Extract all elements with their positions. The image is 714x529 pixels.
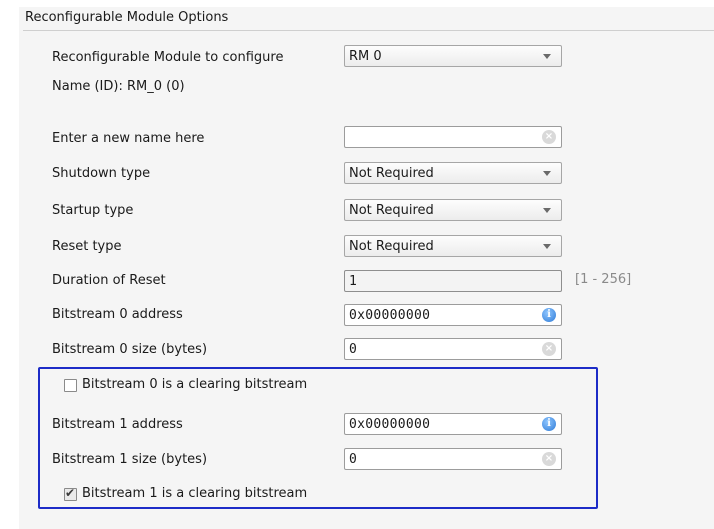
chevron-down-icon	[543, 208, 551, 213]
startup-type-label: Startup type	[52, 203, 134, 218]
reset-type-dropdown[interactable]: Not Required	[344, 235, 562, 257]
reset-type-label: Reset type	[52, 239, 122, 254]
bs1-size-label: Bitstream 1 size (bytes)	[52, 452, 208, 467]
bs0-address-label: Bitstream 0 address	[52, 307, 183, 322]
bs0-clearing-checkbox[interactable]	[64, 379, 77, 392]
checkmark-icon: ✔	[65, 486, 76, 500]
startup-type-dropdown[interactable]: Not Required	[344, 199, 562, 221]
bs0-address-value: 0x00000000	[349, 308, 431, 323]
info-icon[interactable]: i	[542, 417, 556, 431]
rm-config-label: Reconfigurable Module to configure	[52, 50, 284, 65]
new-name-label: Enter a new name here	[52, 131, 205, 146]
bs0-size-value: 0	[349, 342, 358, 357]
chevron-down-icon	[543, 54, 551, 59]
rm-config-value: RM 0	[349, 49, 382, 64]
panel-title: Reconfigurable Module Options	[25, 10, 229, 25]
bs0-address-input[interactable]: 0x00000000 i	[344, 304, 562, 326]
name-id-label: Name (ID): RM_0 (0)	[52, 79, 185, 94]
duration-value: 1	[349, 274, 358, 289]
bs1-size-input[interactable]: 0 ×	[344, 448, 562, 470]
bs0-size-label: Bitstream 0 size (bytes)	[52, 342, 208, 357]
shutdown-type-value: Not Required	[349, 166, 434, 181]
bs0-size-input[interactable]: 0 ×	[344, 338, 562, 360]
bs1-size-value: 0	[349, 452, 358, 467]
rm-config-dropdown[interactable]: RM 0	[344, 45, 562, 67]
shutdown-type-label: Shutdown type	[52, 166, 151, 181]
new-name-input[interactable]: ×	[344, 126, 562, 148]
bs1-address-input[interactable]: 0x00000000 i	[344, 413, 562, 435]
bs1-clearing-checkbox[interactable]: ✔	[64, 486, 77, 501]
bs0-clearing-label: Bitstream 0 is a clearing bitstream	[82, 377, 308, 392]
chevron-down-icon	[543, 244, 551, 249]
clear-icon[interactable]: ×	[542, 342, 556, 356]
reset-type-value: Not Required	[349, 239, 434, 254]
bs1-address-label: Bitstream 1 address	[52, 417, 183, 432]
title-divider	[23, 30, 714, 31]
duration-input[interactable]: 1	[344, 270, 562, 292]
info-icon[interactable]: i	[542, 308, 556, 322]
shutdown-type-dropdown[interactable]: Not Required	[344, 162, 562, 184]
clear-icon[interactable]: ×	[542, 452, 556, 466]
bs1-clearing-label: Bitstream 1 is a clearing bitstream	[82, 486, 308, 501]
startup-type-value: Not Required	[349, 203, 434, 218]
chevron-down-icon	[543, 171, 551, 176]
duration-label: Duration of Reset	[52, 273, 166, 288]
duration-range: [1 - 256]	[575, 272, 632, 287]
bs1-address-value: 0x00000000	[349, 417, 431, 432]
clear-icon[interactable]: ×	[542, 130, 556, 144]
